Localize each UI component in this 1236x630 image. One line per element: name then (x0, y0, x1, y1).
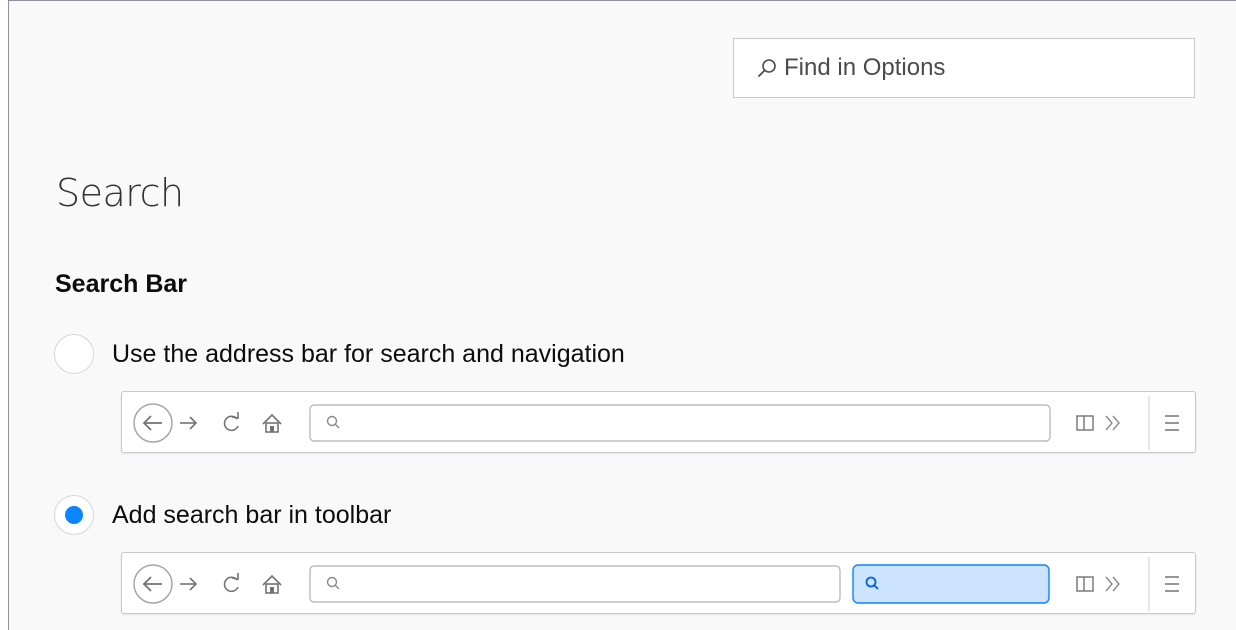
radio-label-address-bar: Use the address bar for search and navig… (112, 339, 625, 368)
page-title: Search (56, 171, 184, 215)
overflow-chevrons-icon (1105, 415, 1120, 431)
reload-icon (223, 573, 239, 593)
search-bar-heading: Search Bar (55, 270, 188, 298)
radio-selected-dot (65, 506, 83, 524)
find-in-options-box[interactable] (733, 38, 1195, 98)
radio-option-search-bar[interactable]: Add search bar in toolbar (54, 495, 391, 535)
back-arrow-icon (133, 564, 173, 604)
overflow-chevrons-icon (1105, 576, 1120, 592)
sidebar-icon (1076, 415, 1094, 431)
radio-label-search-bar: Add search bar in toolbar (112, 500, 392, 529)
toolbar-preview-search-bar (121, 552, 1196, 614)
forward-arrow-icon (180, 577, 198, 591)
search-icon (758, 59, 776, 77)
radio-option-address-bar[interactable]: Use the address bar for search and navig… (54, 334, 625, 374)
find-in-options-input[interactable] (784, 54, 1184, 82)
back-arrow-icon (133, 403, 173, 443)
home-icon (262, 413, 282, 433)
hamburger-menu-icon (1165, 415, 1179, 431)
forward-arrow-icon (180, 416, 198, 430)
address-bar-field (309, 404, 1051, 442)
home-icon (262, 574, 282, 594)
hamburger-menu-icon (1165, 576, 1179, 592)
sidebar-icon (1076, 576, 1094, 592)
radio-button-address-bar[interactable] (54, 334, 94, 374)
toolbar-preview-address-bar (121, 391, 1196, 453)
address-bar-field (309, 565, 841, 603)
toolbar-search-bar-field (852, 564, 1050, 604)
reload-icon (223, 412, 239, 432)
radio-button-search-bar[interactable] (54, 495, 94, 535)
options-pane: Search Search Bar Use the address bar fo… (8, 0, 1236, 630)
